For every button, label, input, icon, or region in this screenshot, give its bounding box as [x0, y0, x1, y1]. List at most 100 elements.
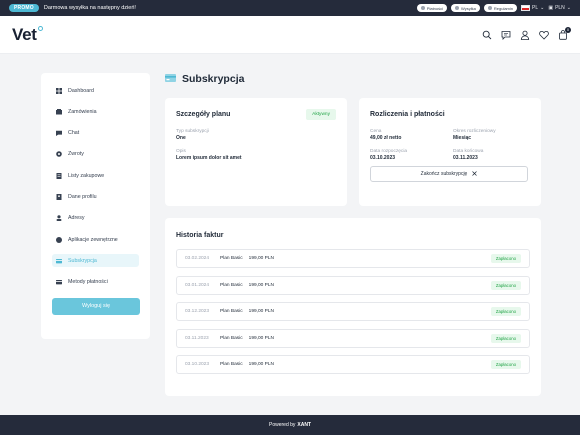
- sidebar-item-dashboard[interactable]: Dashboard: [52, 84, 139, 97]
- topbar-pill-shipping[interactable]: Wysyłka: [451, 4, 480, 12]
- logo-text: Vet: [12, 24, 37, 44]
- table-row[interactable]: 03.02.2024 Plan Basic 199,00 PLN Zapłaco…: [176, 249, 530, 268]
- end-date-value: 03.11.2023: [453, 155, 478, 161]
- returns-icon: [56, 151, 62, 158]
- logout-button[interactable]: Wyloguj się: [52, 297, 140, 315]
- price-label: Cena: [370, 129, 382, 134]
- footer-brand[interactable]: XANT: [297, 422, 311, 428]
- search-icon[interactable]: [482, 30, 492, 40]
- dashboard-icon: [56, 87, 62, 94]
- table-row[interactable]: 03.01.2024 Plan Basic 199,00 PLN Zapłaco…: [176, 275, 530, 295]
- table-row[interactable]: 03.10.2023 Plan Basic 199,00 PLN Zapłaco…: [176, 355, 530, 374]
- invoice-date: 03.11.2023: [185, 335, 209, 341]
- invoice-plan: Plan Basic: [220, 282, 243, 288]
- sidebar-item-label: Chat: [68, 130, 80, 137]
- site-footer: Powered by XANT: [0, 415, 580, 435]
- apps-icon: [56, 236, 62, 243]
- sidebar-item-payment-methods[interactable]: Metody płatności: [52, 276, 139, 289]
- sidebar-item-label: Dashboard: [68, 87, 94, 94]
- currency-icon: ▣: [548, 5, 554, 11]
- invoice-amount: 199,00 PLN: [248, 309, 275, 314]
- sidebar-item-label: Subskrypcja: [68, 257, 97, 264]
- sidebar-item-orders[interactable]: Zamówienia: [52, 105, 139, 118]
- invoice-amount: 199,00 PLN: [248, 362, 275, 367]
- invoice-amount: 199,00 PLN: [248, 282, 275, 288]
- topbar-pill-label: Płatności: [426, 5, 444, 11]
- cancel-subscription-button[interactable]: Zakończ subskrypcję: [370, 166, 528, 182]
- list-icon: [56, 172, 62, 179]
- status-badge: Aktywny: [306, 109, 336, 120]
- invoice-date: 03.02.2024: [185, 256, 210, 261]
- user-icon[interactable]: [520, 30, 530, 40]
- plan-type-value: One: [176, 135, 186, 141]
- cart-count-badge: 0: [565, 26, 571, 33]
- sidebar-item-addresses[interactable]: Adresy: [52, 212, 139, 225]
- payments-icon: [420, 6, 425, 10]
- promo-badge: PROMO: [9, 4, 39, 12]
- invoice-plan: Plan Basic: [220, 362, 243, 367]
- topbar-pill-terms[interactable]: Regulamin: [483, 4, 517, 12]
- topbar-pill-label: Regulamin: [493, 5, 513, 11]
- invoice-history-card: Historia faktur 03.02.2024 Plan Basic 19…: [165, 218, 541, 396]
- shipping-icon: [455, 6, 460, 10]
- status-badge: Zapłacono: [490, 254, 521, 263]
- account-sidebar: Dashboard Zamówienia Chat Zwroty Listy z…: [41, 73, 150, 339]
- close-icon: [472, 170, 478, 178]
- bag-icon[interactable]: 0: [558, 26, 571, 40]
- invoice-amount: 199,00 PLN: [248, 335, 275, 341]
- period-label: Okres rozliczeniowy: [453, 129, 496, 134]
- promo-bar: PROMO Darmowa wysyłka na następny dzień!…: [0, 0, 580, 16]
- terms-icon: [487, 6, 492, 10]
- topbar-pill-payments[interactable]: Płatności: [416, 4, 448, 12]
- header-icons: 0: [482, 26, 571, 40]
- sidebar-item-label: Aplikacje zewnętrzne: [68, 236, 118, 243]
- sidebar-item-returns[interactable]: Zwroty: [52, 148, 139, 161]
- sidebar-item-chat[interactable]: Chat: [52, 127, 139, 140]
- plan-desc-label: Opis: [176, 149, 186, 154]
- sidebar-item-label: Metody płatności: [68, 279, 108, 286]
- sidebar-item-label: Dane profilu: [68, 193, 97, 200]
- logo-mark-icon: [37, 25, 43, 31]
- invoice-date: 03.12.2023: [185, 309, 210, 314]
- chat-icon: [56, 130, 62, 137]
- invoice-history-title: Historia faktur: [176, 232, 224, 239]
- plan-details-card: Szczegóły planu Aktywny Typ subskrypcji …: [165, 98, 347, 206]
- sidebar-item-label: Zamówienia: [68, 108, 97, 115]
- page-title: Subskrypcja: [165, 73, 244, 85]
- status-badge: Zapłacono: [490, 333, 521, 343]
- invoice-plan: Plan Basic: [220, 309, 243, 314]
- sidebar-item-label: Listy zakupowe: [68, 172, 105, 179]
- topbar-right: Płatności Wysyłka Regulamin PL ⌄ ▣ PLN ⌄: [416, 4, 571, 12]
- promo-text: Darmowa wysyłka na następny dzień!: [43, 5, 136, 11]
- currency-selector[interactable]: ▣ PLN ⌄: [548, 5, 571, 11]
- billing-card: Rozliczenia i płatności Cena 49,00 zł ne…: [359, 98, 541, 206]
- invoice-date: 03.01.2024: [185, 282, 210, 288]
- plan-type-label: Typ subskrypcji: [176, 129, 209, 134]
- subscription-icon: [56, 258, 62, 264]
- logo[interactable]: Vet: [12, 24, 43, 45]
- chat-icon[interactable]: [501, 30, 511, 40]
- sidebar-item-profile[interactable]: Dane profilu: [52, 190, 139, 203]
- sidebar-item-lists[interactable]: Listy zakupowe: [52, 169, 139, 182]
- sidebar-item-apps[interactable]: Aplikacje zewnętrzne: [52, 233, 139, 246]
- end-date-label: Data końcowa: [453, 149, 484, 154]
- site-header: Vet 0: [0, 16, 580, 54]
- table-row[interactable]: 03.12.2023 Plan Basic 199,00 PLN Zapłaco…: [176, 302, 530, 321]
- orders-icon: [56, 108, 62, 115]
- language-selector[interactable]: PL ⌄: [521, 5, 544, 11]
- page-title-text: Subskrypcja: [182, 73, 245, 85]
- footer-prefix: Powered by: [268, 422, 296, 428]
- language-label: PL: [532, 5, 539, 11]
- status-badge: Zapłacono: [490, 307, 521, 316]
- status-badge: Zapłacono: [490, 360, 521, 369]
- sidebar-item-subscription[interactable]: Subskrypcja: [52, 254, 139, 268]
- address-icon: [56, 215, 62, 222]
- card-icon: [56, 279, 62, 285]
- invoice-amount: 199,00 PLN: [248, 256, 275, 261]
- table-row[interactable]: 03.11.2023 Plan Basic 199,00 PLN Zapłaco…: [176, 328, 530, 348]
- profile-icon: [56, 193, 62, 200]
- sidebar-item-label: Adresy: [68, 215, 85, 222]
- heart-icon[interactable]: [539, 30, 549, 40]
- sidebar-item-label: Zwroty: [68, 151, 84, 158]
- plan-desc-value: Lorem ipsum dolor sit amet: [176, 155, 242, 161]
